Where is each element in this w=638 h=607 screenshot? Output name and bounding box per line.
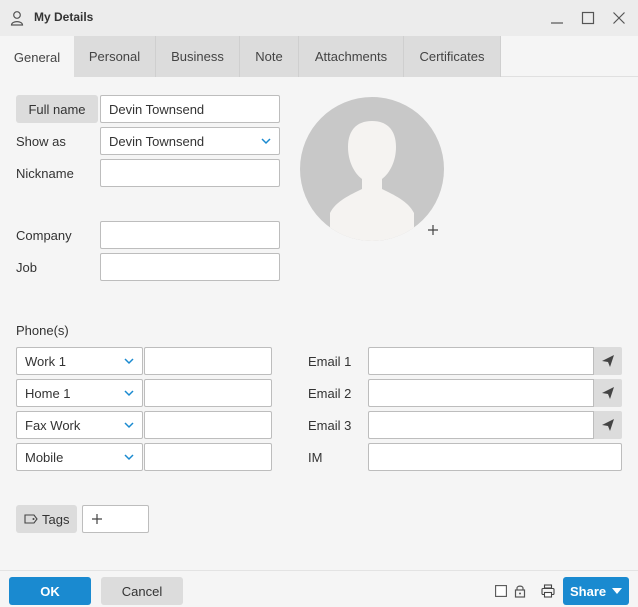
send-icon <box>602 387 614 399</box>
phone-type-value: Fax Work <box>25 417 81 433</box>
phone-type-value: Home 1 <box>25 385 71 401</box>
show-as-select[interactable]: Devin Townsend <box>100 127 280 155</box>
tags-button[interactable]: Tags <box>16 505 77 533</box>
title-bar: My Details <box>0 0 638 36</box>
minimize-icon <box>551 22 563 24</box>
phone-input[interactable] <box>144 411 272 439</box>
window-title: My Details <box>34 10 94 24</box>
company-input[interactable] <box>100 221 280 249</box>
cancel-button[interactable]: Cancel <box>101 577 183 605</box>
phone-input[interactable] <box>144 379 272 407</box>
phone-type-select[interactable]: Fax Work <box>16 411 143 439</box>
share-button[interactable]: Share <box>563 577 629 605</box>
tags-button-label: Tags <box>42 511 70 527</box>
lock-icon <box>514 585 526 598</box>
tab-general[interactable]: General <box>0 36 74 78</box>
share-button-label: Share <box>570 583 607 599</box>
email-label: Email 3 <box>308 418 352 433</box>
im-label: IM <box>308 450 323 465</box>
close-icon <box>613 12 625 24</box>
phone-type-select[interactable]: Work 1 <box>16 347 143 375</box>
maximize-icon <box>581 11 595 25</box>
show-as-label: Show as <box>16 134 66 149</box>
tab-certificates[interactable]: Certificates <box>404 36 501 77</box>
chevron-down-icon <box>124 422 134 429</box>
private-lock-button[interactable] <box>512 583 528 599</box>
tab-business[interactable]: Business <box>156 36 240 77</box>
chevron-down-icon <box>124 358 134 365</box>
send-email-button[interactable] <box>594 347 622 375</box>
full-name-button[interactable]: Full name <box>16 95 98 123</box>
checkbox-icon <box>495 585 507 597</box>
phone-type-value: Work 1 <box>25 353 66 369</box>
company-label: Company <box>16 228 72 243</box>
email-input[interactable] <box>368 379 594 407</box>
phone-type-select[interactable]: Mobile <box>16 443 143 471</box>
show-as-value: Devin Townsend <box>109 133 205 149</box>
maximize-button[interactable] <box>577 8 599 28</box>
send-icon <box>602 355 614 367</box>
send-email-button[interactable] <box>594 411 622 439</box>
chevron-down-icon <box>124 454 134 461</box>
user-icon <box>10 11 24 26</box>
email-input[interactable] <box>368 411 594 439</box>
close-button[interactable] <box>608 8 630 28</box>
chevron-down-icon <box>261 138 271 145</box>
send-email-button[interactable] <box>594 379 622 407</box>
phone-type-select[interactable]: Home 1 <box>16 379 143 407</box>
phones-section-label: Phone(s) <box>16 323 69 338</box>
nickname-input[interactable] <box>100 159 280 187</box>
avatar[interactable] <box>300 97 444 241</box>
im-input[interactable] <box>368 443 622 471</box>
phone-input[interactable] <box>144 347 272 375</box>
phone-type-value: Mobile <box>25 449 64 465</box>
full-name-input[interactable]: Devin Townsend <box>100 95 280 123</box>
person-silhouette-icon <box>330 121 414 241</box>
email-label: Email 2 <box>308 386 352 401</box>
checkbox[interactable] <box>493 583 509 599</box>
chevron-down-icon <box>124 390 134 397</box>
print-button[interactable] <box>540 583 556 599</box>
plus-icon <box>92 514 102 524</box>
phone-input[interactable] <box>144 443 272 471</box>
email-label: Email 1 <box>308 354 352 369</box>
add-tag-field[interactable] <box>82 505 149 533</box>
printer-icon <box>541 584 555 598</box>
add-photo-icon[interactable] <box>427 224 439 236</box>
minimize-button[interactable] <box>546 8 568 28</box>
tag-icon <box>24 514 38 524</box>
tab-note[interactable]: Note <box>240 36 299 77</box>
job-label: Job <box>16 260 37 275</box>
footer-bar: OK Cancel Share <box>0 570 638 607</box>
ok-button[interactable]: OK <box>9 577 91 605</box>
tab-bar: General Personal Business Note Attachmen… <box>0 36 638 78</box>
tab-personal[interactable]: Personal <box>74 36 156 77</box>
send-icon <box>602 419 614 431</box>
job-input[interactable] <box>100 253 280 281</box>
caret-down-icon <box>612 588 622 594</box>
tab-attachments[interactable]: Attachments <box>299 36 404 77</box>
email-input[interactable] <box>368 347 594 375</box>
nickname-label: Nickname <box>16 166 74 181</box>
